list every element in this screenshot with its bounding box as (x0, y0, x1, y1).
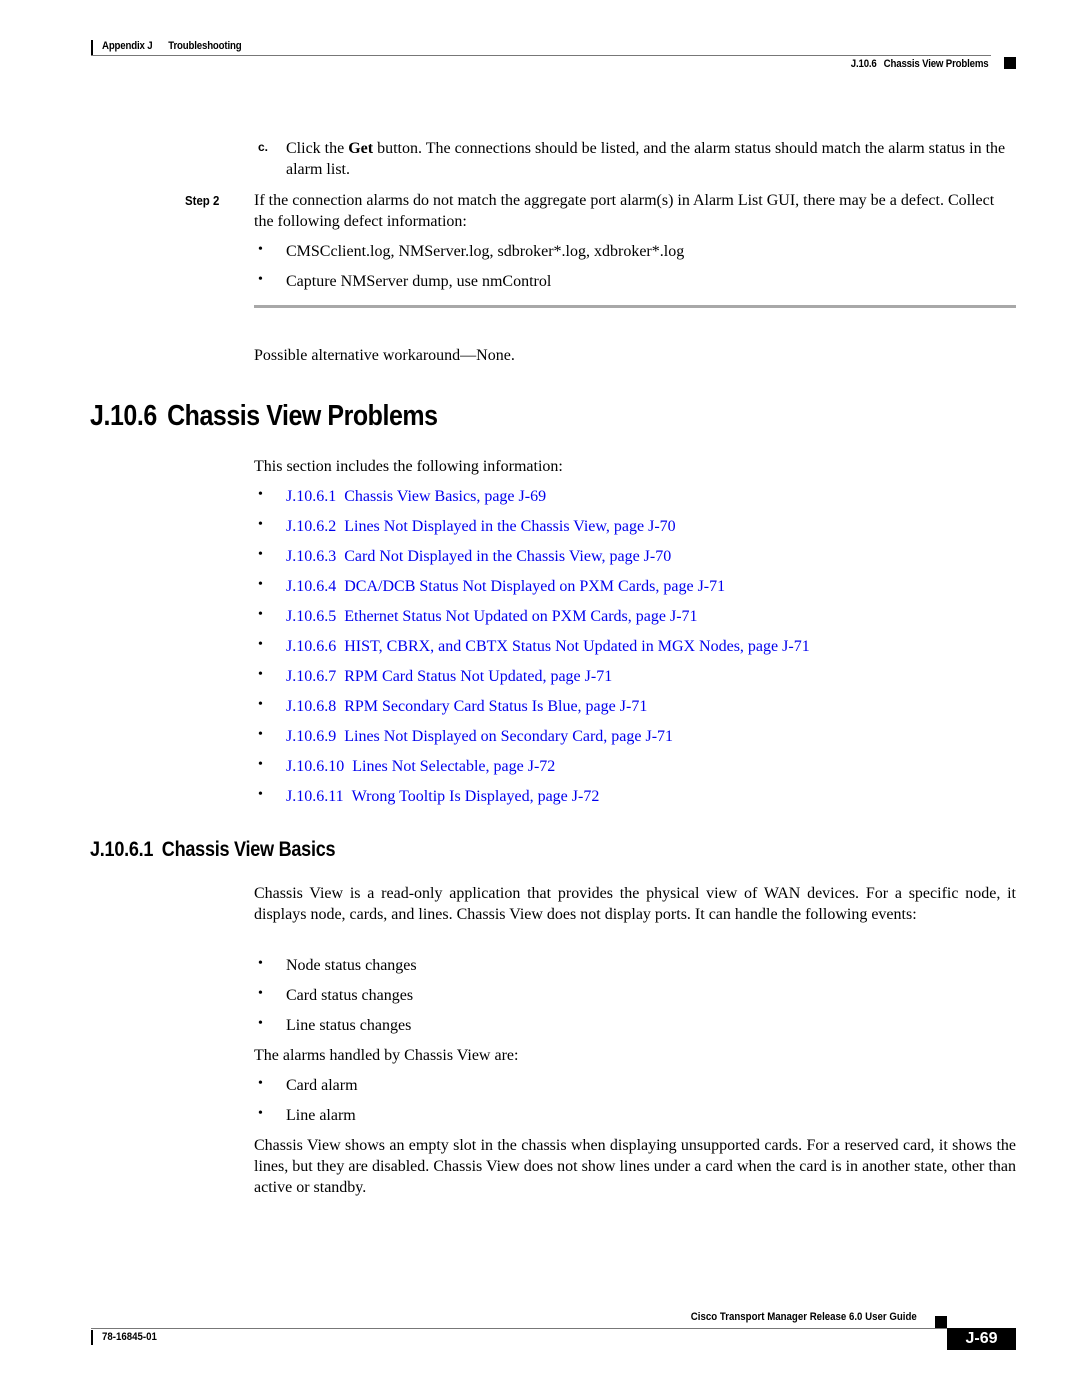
toc-link-number: J.10.6.2 (286, 518, 337, 535)
bullet-icon: • (258, 1106, 263, 1121)
section-intro: This section includes the following info… (254, 458, 563, 475)
subsection-heading-num: J.10.6.1 (90, 838, 154, 861)
toc-link-number: J.10.6.9 (286, 728, 337, 745)
header-chapter: Troubleshooting (168, 40, 242, 52)
substep-c-text-before: Click the (286, 140, 349, 157)
bullet-icon: • (258, 956, 263, 971)
footer-doc-number: 78-16845-01 (102, 1331, 157, 1343)
subsection-heading: J.10.6.1 Chassis View Basics (90, 838, 336, 862)
bullet-icon: • (258, 607, 263, 622)
section-heading-num: J.10.6 (90, 400, 157, 432)
event-item: Node status changes (286, 957, 417, 974)
event-item: Line status changes (286, 1017, 412, 1034)
toc-link[interactable]: J.10.6.4 DCA/DCB Status Not Displayed on … (286, 576, 725, 597)
alarm-item: Line alarm (286, 1107, 356, 1124)
toc-link-number: J.10.6.5 (286, 608, 337, 625)
step-label: Step 2 (185, 193, 220, 208)
bullet-icon: • (258, 487, 263, 502)
toc-link-text: Wrong Tooltip Is Displayed, page J-72 (351, 788, 600, 805)
header-square-marker (1004, 57, 1016, 69)
bullet-icon: • (258, 517, 263, 532)
running-header-right: J.10.6 Chassis View Problems (850, 58, 988, 70)
running-header-left: Appendix J Troubleshooting (102, 40, 242, 52)
bullet-icon: • (258, 272, 263, 287)
alarms-intro: The alarms handled by Chassis View are: (254, 1047, 519, 1064)
toc-link-text: DCA/DCB Status Not Displayed on PXM Card… (344, 578, 726, 595)
bullet-icon: • (258, 697, 263, 712)
toc-link-number: J.10.6.1 (286, 488, 337, 505)
toc-link-number: J.10.6.11 (286, 788, 344, 805)
bullet-icon: • (258, 727, 263, 742)
toc-link-number: J.10.6.8 (286, 698, 337, 715)
toc-link[interactable]: J.10.6.11 Wrong Tooltip Is Displayed, pag… (286, 786, 599, 807)
section-heading: J.10.6 Chassis View Problems (90, 400, 438, 433)
toc-link[interactable]: J.10.6.2 Lines Not Displayed in the Chass… (286, 516, 676, 537)
bullet-icon: • (258, 1016, 263, 1031)
toc-link[interactable]: J.10.6.1 Chassis View Basics, page J-69 (286, 486, 546, 507)
get-button-reference: Get (348, 140, 374, 157)
footer-guide-title: Cisco Transport Manager Release 6.0 User… (691, 1311, 917, 1323)
toc-link[interactable]: J.10.6.9 Lines Not Displayed on Secondary… (286, 726, 673, 747)
toc-link-text: Chassis View Basics, page J-69 (344, 488, 547, 505)
bullet-icon: • (258, 1076, 263, 1091)
substep-c-text-after: button. The connections should be listed… (286, 140, 1006, 178)
subsection-heading-title: Chassis View Basics (161, 838, 336, 861)
toc-link-text: RPM Card Status Not Updated, page J-71 (344, 668, 613, 685)
bullet-icon: • (258, 787, 263, 802)
toc-link-text: Lines Not Selectable, page J-72 (352, 758, 556, 775)
header-rule (91, 55, 991, 56)
bullet-icon: • (258, 757, 263, 772)
footer-rule (91, 1328, 947, 1329)
toc-link-text: HIST, CBRX, and CBTX Status Not Updated … (344, 638, 810, 655)
toc-link-text: Ethernet Status Not Updated on PXM Cards… (344, 608, 698, 625)
alarm-item: Card alarm (286, 1077, 358, 1094)
header-section-num: J.10.6 (850, 58, 877, 70)
header-appendix: Appendix J (102, 40, 153, 52)
toc-link[interactable]: J.10.6.7 RPM Card Status Not Updated, pag… (286, 666, 612, 687)
page-number: J-69 (947, 1328, 1016, 1350)
toc-link[interactable]: J.10.6.10 Lines Not Selectable, page J-72 (286, 756, 555, 777)
toc-link[interactable]: J.10.6.5 Ethernet Status Not Updated on P… (286, 606, 698, 627)
subsection-paragraph-2: Chassis View shows an empty slot in the … (254, 1137, 1016, 1196)
toc-link[interactable]: J.10.6.6 HIST, CBRX, and CBTX Status Not … (286, 636, 810, 657)
toc-link-text: Card Not Displayed in the Chassis View, … (344, 548, 672, 565)
bullet-icon: • (258, 577, 263, 592)
section-heading-title: Chassis View Problems (167, 400, 438, 432)
toc-link[interactable]: J.10.6.8 RPM Secondary Card Status Is Blu… (286, 696, 647, 717)
substep-c-text: Click the Get button. The connections sh… (286, 138, 1016, 180)
toc-link-number: J.10.6.6 (286, 638, 337, 655)
toc-link-text: Lines Not Displayed in the Chassis View,… (344, 518, 676, 535)
toc-link-number: J.10.6.3 (286, 548, 337, 565)
toc-link[interactable]: J.10.6.3 Card Not Displayed in the Chassi… (286, 546, 671, 567)
subsection-paragraph-1: Chassis View is a read-only application … (254, 885, 1016, 923)
step-2-bullet: Capture NMServer dump, use nmControl (286, 273, 552, 290)
event-item: Card status changes (286, 987, 414, 1004)
toc-link-number: J.10.6.10 (286, 758, 345, 775)
section-divider (254, 305, 1016, 308)
header-left-bar (91, 40, 93, 55)
footer-left-bar (91, 1330, 93, 1345)
substep-marker: c. (258, 140, 269, 154)
bullet-icon: • (258, 547, 263, 562)
bullet-icon: • (258, 637, 263, 652)
workaround-text: Possible alternative workaround—None. (254, 347, 515, 364)
header-section-title: Chassis View Problems (883, 58, 988, 70)
bullet-icon: • (258, 667, 263, 682)
bullet-icon: • (258, 986, 263, 1001)
toc-link-number: J.10.6.4 (286, 578, 337, 595)
step-2-bullet: CMSCclient.log, NMServer.log, sdbroker*.… (286, 243, 685, 260)
toc-link-text: Lines Not Displayed on Secondary Card, p… (344, 728, 674, 745)
step-2-text: If the connection alarms do not match th… (254, 192, 995, 230)
footer-square-marker (935, 1316, 947, 1328)
toc-link-number: J.10.6.7 (286, 668, 337, 685)
bullet-icon: • (258, 242, 263, 257)
toc-link-text: RPM Secondary Card Status Is Blue, page … (344, 698, 648, 715)
